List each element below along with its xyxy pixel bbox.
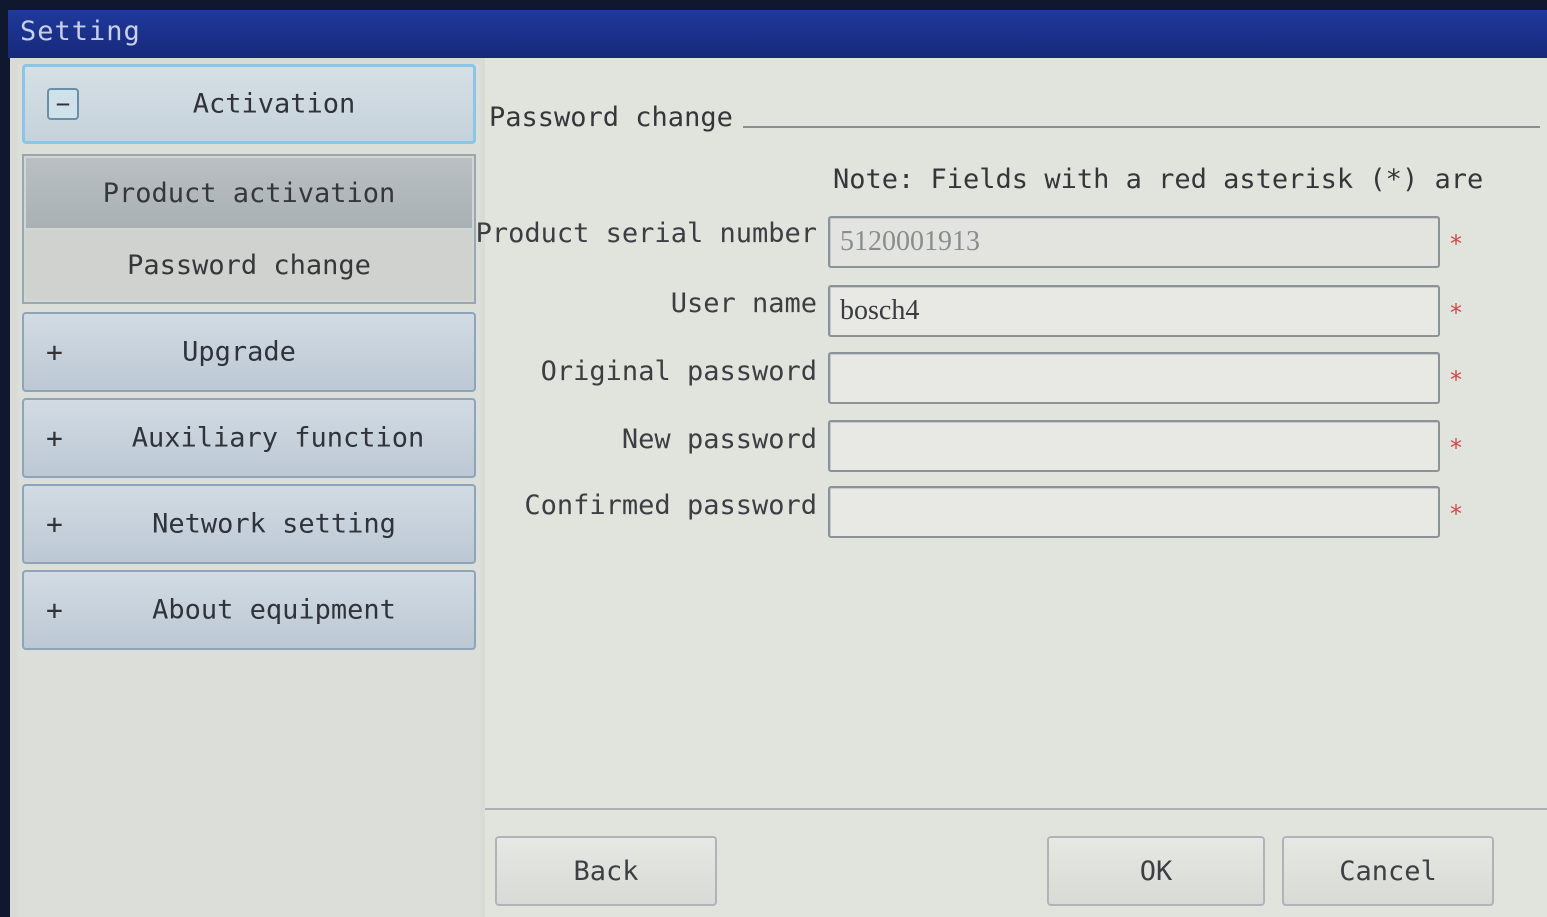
back-button[interactable]: Back (495, 836, 717, 906)
required-asterisk: * (1450, 434, 1462, 462)
nav-section-label: Activation (192, 88, 356, 120)
required-asterisk: * (1450, 366, 1462, 394)
nav-section-auxiliary-function[interactable]: + Auxiliary function (22, 398, 476, 478)
expand-icon: + (46, 593, 63, 627)
required-asterisk: * (1450, 299, 1462, 327)
subitem-product-activation[interactable]: Product activation (26, 158, 472, 228)
new-password-label: New password (621, 424, 817, 455)
activation-submenu: Product activation Password change (22, 154, 476, 304)
user-name-field[interactable] (828, 285, 1440, 337)
password-change-panel: Password change Note: Fields with a red … (476, 58, 1547, 917)
window-title: Setting (8, 10, 1547, 58)
expand-icon: + (46, 507, 63, 541)
subitem-password-change[interactable]: Password change (26, 230, 472, 300)
nav-section-label: Auxiliary function (131, 422, 425, 454)
new-password-field[interactable] (828, 420, 1440, 472)
original-password-field[interactable] (828, 352, 1440, 404)
settings-nav: − Activation Product activation Password… (18, 64, 480, 917)
nav-section-network-setting[interactable]: + Network setting (22, 484, 476, 564)
settings-window: Setting − Activation Product activation … (0, 0, 1547, 917)
expand-icon: + (46, 335, 63, 369)
cancel-button[interactable]: Cancel (1282, 836, 1494, 906)
confirmed-password-field[interactable] (828, 486, 1440, 538)
required-asterisk: * (1450, 230, 1462, 258)
group-title: Password change (489, 102, 743, 133)
footer-divider (485, 808, 1547, 810)
user-name-label: User name (670, 288, 817, 319)
group-divider (725, 126, 1540, 128)
product-serial-number-field (828, 216, 1440, 268)
required-asterisk: * (1450, 500, 1462, 528)
confirmed-password-label: Confirmed password (524, 490, 817, 521)
nav-section-label: Network setting (152, 508, 396, 540)
nav-section-about-equipment[interactable]: + About equipment (22, 570, 476, 650)
window-client-area: − Activation Product activation Password… (10, 58, 1547, 917)
original-password-label: Original password (540, 356, 817, 387)
product-serial-number-label: Product serial number (475, 218, 817, 249)
nav-section-label: About equipment (152, 594, 396, 626)
required-fields-note: Note: Fields with a red asterisk (*) are (833, 164, 1484, 195)
ok-button[interactable]: OK (1047, 836, 1265, 906)
nav-section-activation[interactable]: − Activation (22, 64, 476, 144)
nav-section-upgrade[interactable]: + Upgrade (22, 312, 476, 392)
expand-icon: + (46, 421, 63, 455)
nav-section-label: Upgrade (182, 336, 296, 368)
collapse-icon[interactable]: − (47, 88, 79, 120)
